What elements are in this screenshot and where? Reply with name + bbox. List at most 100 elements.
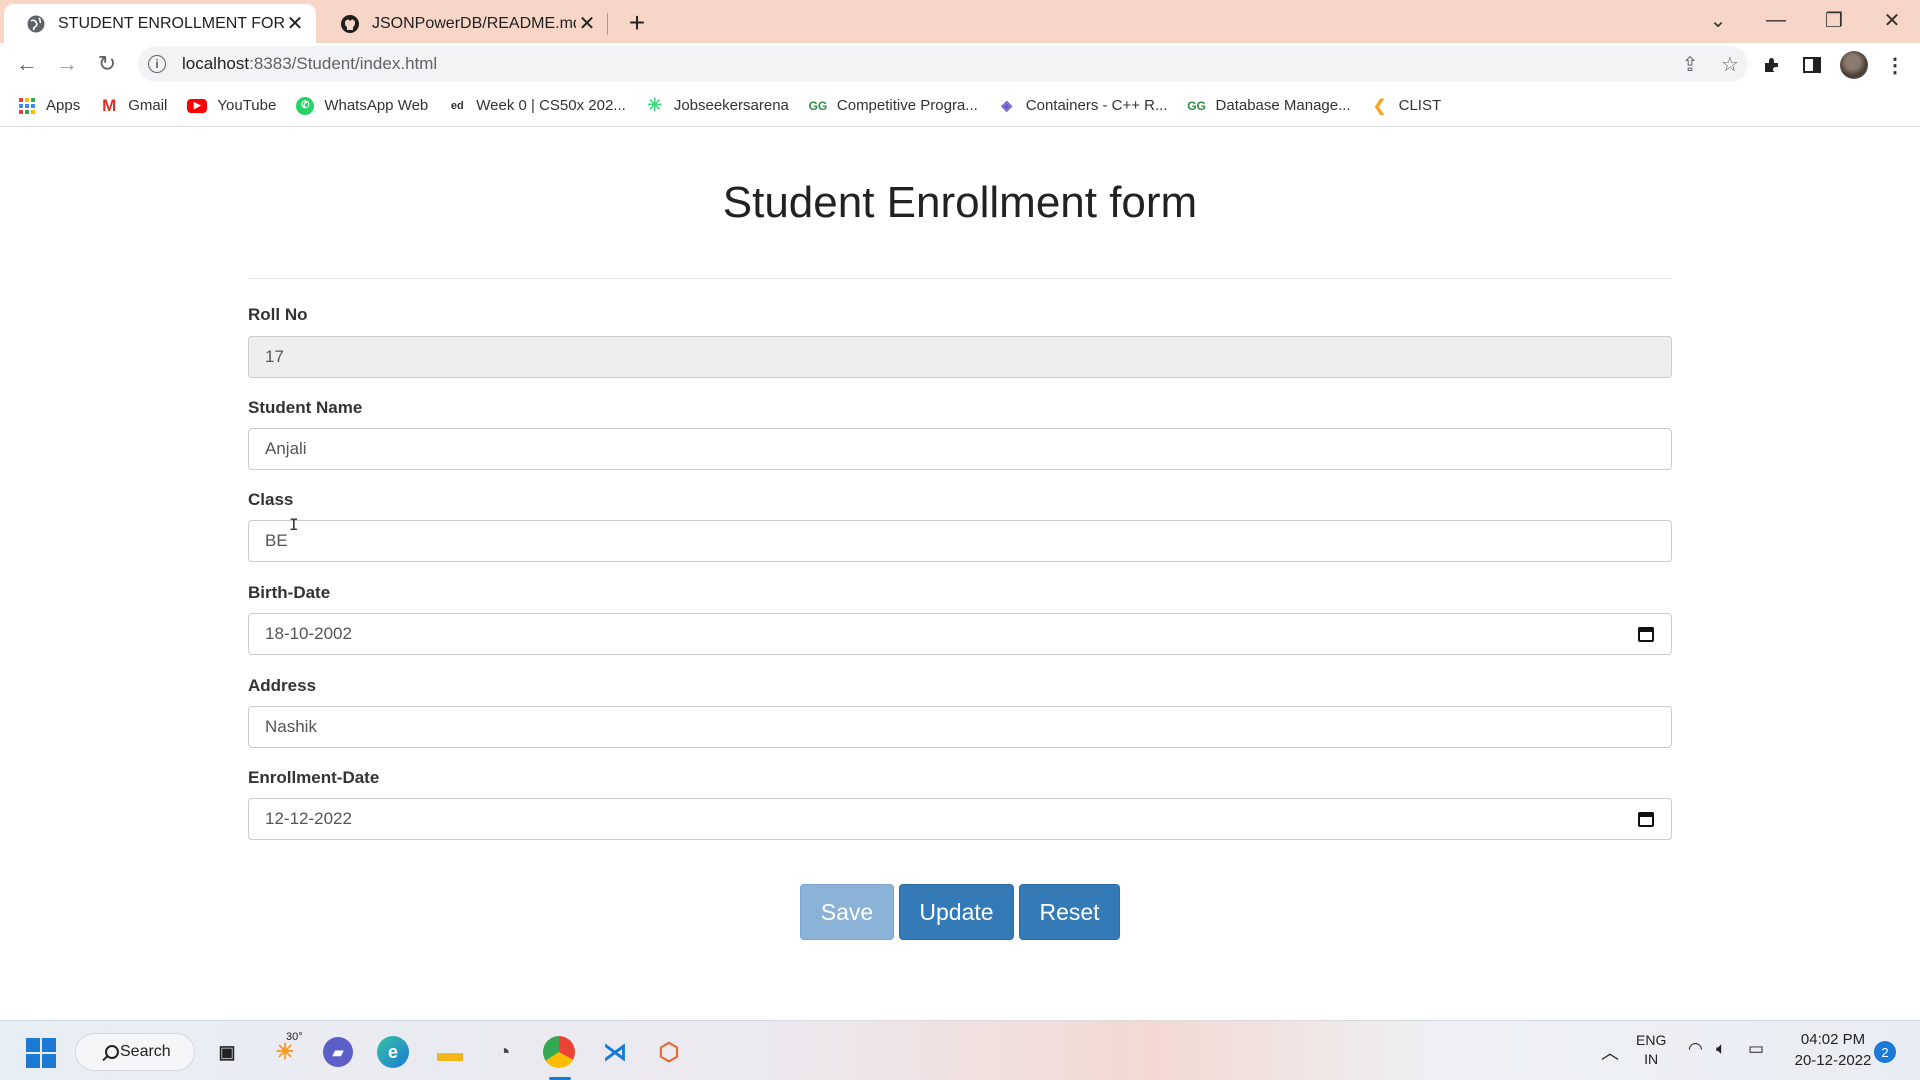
volume-icon[interactable]: 🔈︎ (1716, 1039, 1726, 1059)
bookmark-label: Week 0 | CS50x 202... (476, 97, 626, 114)
tab-student-enrollment[interactable]: STUDENT ENROLLMENT FORM ✕ (4, 4, 316, 43)
bookmark-label: YouTube (217, 97, 277, 114)
geeksforgeeks-icon: GG (1187, 98, 1206, 113)
enrollment-date-input[interactable]: 12-12-2022 (248, 798, 1672, 840)
update-button[interactable]: Update (899, 884, 1014, 940)
bookmarks-bar: Apps M Gmail ▶ YouTube ✆ WhatsApp Web ed… (0, 85, 1920, 127)
class-value: BE (265, 531, 288, 550)
region-code: IN (1644, 1051, 1659, 1067)
roll-no-value: 17 (265, 347, 284, 366)
title-divider (248, 278, 1672, 279)
bookmark-label: WhatsApp Web (324, 97, 429, 114)
tab-jsonpowerdb-readme[interactable]: JSONPowerDB/README.md at m ✕ (318, 4, 608, 43)
new-tab-button[interactable]: + (622, 7, 652, 38)
birth-date-input[interactable]: 18-10-2002 (248, 613, 1672, 655)
calendar-icon[interactable] (1637, 625, 1655, 643)
bookmark-gmail[interactable]: M Gmail (100, 95, 168, 115)
vscode-icon[interactable]: ⋊ (598, 1035, 632, 1069)
profile-avatar[interactable] (1840, 51, 1868, 79)
menu-kebab-icon[interactable]: ⋮ (1882, 52, 1908, 78)
restore-button[interactable]: ❐ (1806, 0, 1862, 40)
bookmark-label: Containers - C++ R... (1025, 97, 1168, 114)
browser-toolbar: ← → ↻ i localhost:8383/Student/index.htm… (0, 43, 1920, 85)
netbeans-icon[interactable]: ⬡ (652, 1035, 686, 1069)
bookmark-jobseekersarena[interactable]: ✳ Jobseekersarena (646, 95, 789, 115)
class-input[interactable]: BE (248, 520, 1672, 562)
jobseekersarena-icon: ✳ (647, 95, 663, 115)
show-hidden-icons-chevron-icon[interactable]: ︿ (1601, 1039, 1619, 1065)
bookmark-star-icon[interactable]: ☆ (1718, 52, 1742, 76)
save-button[interactable]: Save (800, 884, 894, 940)
address-bar[interactable]: i localhost:8383/Student/index.html ⇪ ☆ (138, 46, 1748, 82)
globe-icon (27, 15, 45, 32)
student-name-value: Anjali (265, 439, 307, 458)
search-label: Search (120, 1043, 171, 1060)
close-tab-icon[interactable]: ✕ (284, 13, 306, 35)
calendar-icon[interactable] (1637, 810, 1655, 828)
side-panel-icon[interactable] (1799, 52, 1825, 78)
language-indicator[interactable]: ENG IN (1636, 1031, 1666, 1069)
bookmark-youtube[interactable]: ▶ YouTube (187, 97, 276, 114)
notification-badge[interactable]: 2 (1874, 1041, 1896, 1063)
minimize-button[interactable]: — (1748, 0, 1804, 40)
bookmark-cs50[interactable]: ed Week 0 | CS50x 202... (448, 97, 626, 115)
page-title: Student Enrollment form (722, 178, 1198, 227)
address-value: Nashik (265, 717, 317, 736)
system-clock[interactable]: 04:02 PM 20-12-2022 (1788, 1029, 1878, 1071)
gmail-icon: M (102, 95, 117, 115)
bookmark-apps[interactable]: Apps (18, 97, 80, 115)
tab-search-chevron-icon[interactable]: ⌄ (1690, 0, 1746, 40)
bookmark-database-management[interactable]: GG Database Manage... (1187, 97, 1351, 115)
site-info-icon[interactable]: i (148, 55, 166, 73)
file-explorer-icon[interactable]: ▬ (433, 1035, 467, 1069)
clock-time: 04:02 PM (1800, 1031, 1866, 1048)
extensions-puzzle-icon[interactable] (1759, 52, 1785, 78)
clock-app-icon[interactable]: ◔ (487, 1035, 521, 1069)
bookmark-competitive-programming[interactable]: GG Competitive Progra... (809, 97, 978, 115)
teams-chat-icon[interactable]: ▰ (323, 1037, 353, 1067)
edge-browser-icon[interactable]: e (377, 1036, 409, 1068)
bookmark-label: Jobseekersarena (673, 97, 789, 114)
student-name-label: Student Name (248, 398, 363, 417)
clock-date: 20-12-2022 (1794, 1052, 1872, 1069)
student-name-input[interactable]: Anjali (248, 428, 1672, 470)
back-arrow-icon[interactable]: ← (11, 48, 43, 80)
bookmark-whatsapp[interactable]: ✆ WhatsApp Web (296, 96, 429, 115)
windows-start-icon[interactable] (26, 1038, 56, 1068)
weather-temp: 30° (286, 1031, 303, 1043)
window-close-button[interactable]: ✕ (1864, 0, 1920, 40)
reset-button[interactable]: Reset (1019, 884, 1120, 940)
enrollment-date-value: 12-12-2022 (265, 809, 352, 828)
browser-tab-strip: STUDENT ENROLLMENT FORM ✕ JSONPowerDB/RE… (0, 0, 1920, 43)
share-icon[interactable]: ⇪ (1678, 52, 1702, 76)
bookmark-label: Database Manage... (1215, 97, 1351, 114)
wifi-icon[interactable]: ◠ (1688, 1039, 1703, 1059)
bookmark-containers-cpp[interactable]: ◈ Containers - C++ R... (998, 97, 1168, 115)
bookmark-label: Apps (46, 97, 81, 114)
roll-no-label: Roll No (248, 305, 308, 324)
bookmark-label: Gmail (128, 97, 168, 114)
language-code: ENG (1636, 1032, 1667, 1048)
address-input[interactable]: Nashik (248, 706, 1672, 748)
cplusplus-icon: ◈ (1001, 97, 1013, 113)
geeksforgeeks-icon: GG (808, 98, 828, 113)
reload-icon[interactable]: ↻ (91, 48, 123, 80)
github-icon (341, 14, 359, 33)
tab-separator (607, 13, 608, 35)
text-cursor-icon: I (289, 515, 299, 534)
forward-arrow-icon[interactable]: → (51, 48, 83, 80)
birth-date-label: Birth-Date (248, 583, 331, 602)
chrome-browser-icon[interactable] (543, 1036, 575, 1068)
whatsapp-icon: ✆ (296, 96, 315, 115)
battery-icon[interactable]: ▭ (1748, 1039, 1764, 1059)
task-view-icon[interactable]: ▣ (210, 1035, 244, 1069)
address-label: Address (248, 676, 317, 695)
taskbar-search-button[interactable]: Search (75, 1033, 195, 1071)
url-text: localhost:8383/Student/index.html (182, 54, 438, 73)
bookmark-label: Competitive Progra... (836, 97, 978, 114)
bookmark-clist[interactable]: ❮ CLIST (1371, 97, 1442, 115)
windows-taskbar: Search ▣ ☀ 30° ▰ e ▬ ◔ ⋊ ⬡ ︿ ENG IN ◠ 🔈︎… (0, 1020, 1920, 1080)
roll-no-input[interactable]: 17 (248, 336, 1672, 378)
close-tab-icon[interactable]: ✕ (576, 13, 598, 35)
bookmark-label: CLIST (1398, 97, 1442, 114)
